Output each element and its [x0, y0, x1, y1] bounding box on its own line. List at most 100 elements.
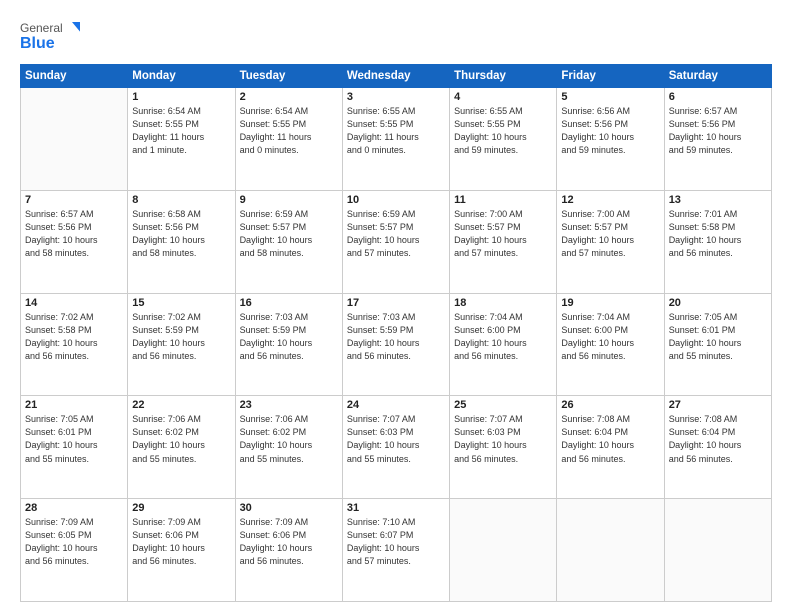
- day-number: 9: [240, 194, 338, 206]
- calendar-cell: 5 Sunrise: 6:56 AMSunset: 5:56 PMDaylight…: [557, 88, 664, 191]
- day-number: 11: [454, 194, 552, 206]
- calendar-week-row: 14 Sunrise: 7:02 AMSunset: 5:58 PMDayligh…: [21, 293, 772, 396]
- day-info: Sunrise: 6:54 AMSunset: 5:55 PMDaylight:…: [132, 105, 230, 157]
- day-number: 29: [132, 502, 230, 514]
- calendar-cell: 25 Sunrise: 7:07 AMSunset: 6:03 PMDayligh…: [450, 396, 557, 499]
- calendar-cell: 31 Sunrise: 7:10 AMSunset: 6:07 PMDayligh…: [342, 499, 449, 602]
- day-info: Sunrise: 7:03 AMSunset: 5:59 PMDaylight:…: [240, 311, 338, 363]
- calendar-cell: 6 Sunrise: 6:57 AMSunset: 5:56 PMDaylight…: [664, 88, 771, 191]
- day-number: 22: [132, 399, 230, 411]
- day-number: 18: [454, 297, 552, 309]
- weekday-header: Saturday: [664, 65, 771, 88]
- calendar-week-row: 7 Sunrise: 6:57 AMSunset: 5:56 PMDaylight…: [21, 190, 772, 293]
- day-info: Sunrise: 7:00 AMSunset: 5:57 PMDaylight:…: [561, 208, 659, 260]
- day-info: Sunrise: 7:00 AMSunset: 5:57 PMDaylight:…: [454, 208, 552, 260]
- day-info: Sunrise: 7:08 AMSunset: 6:04 PMDaylight:…: [561, 413, 659, 465]
- day-number: 25: [454, 399, 552, 411]
- day-info: Sunrise: 7:09 AMSunset: 6:06 PMDaylight:…: [240, 516, 338, 568]
- calendar-cell: 22 Sunrise: 7:06 AMSunset: 6:02 PMDayligh…: [128, 396, 235, 499]
- day-info: Sunrise: 7:06 AMSunset: 6:02 PMDaylight:…: [240, 413, 338, 465]
- calendar-cell: 2 Sunrise: 6:54 AMSunset: 5:55 PMDaylight…: [235, 88, 342, 191]
- calendar-cell: 3 Sunrise: 6:55 AMSunset: 5:55 PMDaylight…: [342, 88, 449, 191]
- calendar-cell: 18 Sunrise: 7:04 AMSunset: 6:00 PMDayligh…: [450, 293, 557, 396]
- day-info: Sunrise: 7:04 AMSunset: 6:00 PMDaylight:…: [454, 311, 552, 363]
- day-info: Sunrise: 7:02 AMSunset: 5:58 PMDaylight:…: [25, 311, 123, 363]
- day-number: 21: [25, 399, 123, 411]
- day-info: Sunrise: 7:10 AMSunset: 6:07 PMDaylight:…: [347, 516, 445, 568]
- calendar-week-row: 21 Sunrise: 7:05 AMSunset: 6:01 PMDayligh…: [21, 396, 772, 499]
- calendar-cell: [557, 499, 664, 602]
- day-number: 4: [454, 91, 552, 103]
- weekday-header: Friday: [557, 65, 664, 88]
- weekday-header-row: SundayMondayTuesdayWednesdayThursdayFrid…: [21, 65, 772, 88]
- calendar-cell: 9 Sunrise: 6:59 AMSunset: 5:57 PMDaylight…: [235, 190, 342, 293]
- page: General Blue SundayMondayTuesdayWednesda…: [0, 0, 792, 612]
- calendar-cell: 24 Sunrise: 7:07 AMSunset: 6:03 PMDayligh…: [342, 396, 449, 499]
- calendar-cell: 20 Sunrise: 7:05 AMSunset: 6:01 PMDayligh…: [664, 293, 771, 396]
- day-number: 20: [669, 297, 767, 309]
- calendar-cell: 1 Sunrise: 6:54 AMSunset: 5:55 PMDaylight…: [128, 88, 235, 191]
- svg-text:General: General: [20, 21, 63, 35]
- day-number: 26: [561, 399, 659, 411]
- calendar-cell: 17Sunrise: 7:03 AMSunset: 5:59 PMDayligh…: [342, 293, 449, 396]
- day-number: 6: [669, 91, 767, 103]
- day-number: 31: [347, 502, 445, 514]
- header: General Blue: [20, 18, 772, 54]
- svg-text:Blue: Blue: [20, 35, 55, 52]
- day-number: 17: [347, 297, 445, 309]
- day-number: 15: [132, 297, 230, 309]
- day-info: Sunrise: 7:08 AMSunset: 6:04 PMDaylight:…: [669, 413, 767, 465]
- day-number: 28: [25, 502, 123, 514]
- weekday-header: Wednesday: [342, 65, 449, 88]
- day-number: 30: [240, 502, 338, 514]
- day-info: Sunrise: 6:57 AMSunset: 5:56 PMDaylight:…: [25, 208, 123, 260]
- calendar-cell: 30 Sunrise: 7:09 AMSunset: 6:06 PMDayligh…: [235, 499, 342, 602]
- day-number: 14: [25, 297, 123, 309]
- calendar-cell: 14 Sunrise: 7:02 AMSunset: 5:58 PMDayligh…: [21, 293, 128, 396]
- day-info: Sunrise: 7:05 AMSunset: 6:01 PMDaylight:…: [25, 413, 123, 465]
- day-info: Sunrise: 7:01 AMSunset: 5:58 PMDaylight:…: [669, 208, 767, 260]
- day-number: 1: [132, 91, 230, 103]
- day-info: Sunrise: 6:59 AMSunset: 5:57 PMDaylight:…: [240, 208, 338, 260]
- day-number: 19: [561, 297, 659, 309]
- day-number: 12: [561, 194, 659, 206]
- calendar-cell: 7 Sunrise: 6:57 AMSunset: 5:56 PMDaylight…: [21, 190, 128, 293]
- day-info: Sunrise: 7:06 AMSunset: 6:02 PMDaylight:…: [132, 413, 230, 465]
- day-info: Sunrise: 6:57 AMSunset: 5:56 PMDaylight:…: [669, 105, 767, 157]
- calendar-cell: 27 Sunrise: 7:08 AMSunset: 6:04 PMDayligh…: [664, 396, 771, 499]
- calendar-cell: 23Sunrise: 7:06 AMSunset: 6:02 PMDayligh…: [235, 396, 342, 499]
- day-number: 5: [561, 91, 659, 103]
- day-number: 2: [240, 91, 338, 103]
- logo-svg: General Blue: [20, 18, 80, 54]
- day-info: Sunrise: 6:56 AMSunset: 5:56 PMDaylight:…: [561, 105, 659, 157]
- calendar-cell: [21, 88, 128, 191]
- calendar-week-row: 1 Sunrise: 6:54 AMSunset: 5:55 PMDaylight…: [21, 88, 772, 191]
- day-number: 24: [347, 399, 445, 411]
- day-info: Sunrise: 7:07 AMSunset: 6:03 PMDaylight:…: [347, 413, 445, 465]
- calendar-table: SundayMondayTuesdayWednesdayThursdayFrid…: [20, 64, 772, 602]
- day-number: 7: [25, 194, 123, 206]
- calendar-cell: 15 Sunrise: 7:02 AMSunset: 5:59 PMDayligh…: [128, 293, 235, 396]
- day-info: Sunrise: 7:05 AMSunset: 6:01 PMDaylight:…: [669, 311, 767, 363]
- day-number: 16: [240, 297, 338, 309]
- calendar-cell: 10Sunrise: 6:59 AMSunset: 5:57 PMDayligh…: [342, 190, 449, 293]
- day-info: Sunrise: 7:02 AMSunset: 5:59 PMDaylight:…: [132, 311, 230, 363]
- calendar-cell: 13Sunrise: 7:01 AMSunset: 5:58 PMDayligh…: [664, 190, 771, 293]
- day-info: Sunrise: 7:09 AMSunset: 6:05 PMDaylight:…: [25, 516, 123, 568]
- day-info: Sunrise: 7:07 AMSunset: 6:03 PMDaylight:…: [454, 413, 552, 465]
- day-info: Sunrise: 6:55 AMSunset: 5:55 PMDaylight:…: [454, 105, 552, 157]
- calendar-cell: [664, 499, 771, 602]
- calendar-cell: 29 Sunrise: 7:09 AMSunset: 6:06 PMDayligh…: [128, 499, 235, 602]
- weekday-header: Monday: [128, 65, 235, 88]
- calendar-week-row: 28 Sunrise: 7:09 AMSunset: 6:05 PMDayligh…: [21, 499, 772, 602]
- day-info: Sunrise: 7:09 AMSunset: 6:06 PMDaylight:…: [132, 516, 230, 568]
- day-info: Sunrise: 6:54 AMSunset: 5:55 PMDaylight:…: [240, 105, 338, 157]
- day-number: 8: [132, 194, 230, 206]
- calendar-cell: 19Sunrise: 7:04 AMSunset: 6:00 PMDayligh…: [557, 293, 664, 396]
- day-info: Sunrise: 6:55 AMSunset: 5:55 PMDaylight:…: [347, 105, 445, 157]
- weekday-header: Tuesday: [235, 65, 342, 88]
- day-number: 3: [347, 91, 445, 103]
- calendar-cell: 28 Sunrise: 7:09 AMSunset: 6:05 PMDayligh…: [21, 499, 128, 602]
- day-number: 27: [669, 399, 767, 411]
- calendar-cell: 11 Sunrise: 7:00 AMSunset: 5:57 PMDayligh…: [450, 190, 557, 293]
